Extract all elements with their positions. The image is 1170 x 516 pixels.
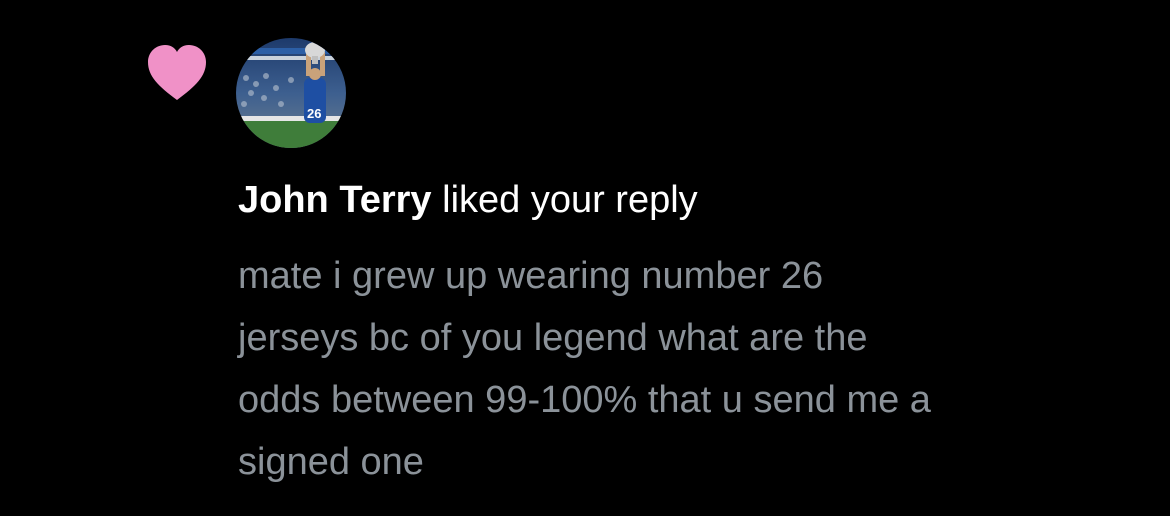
avatar[interactable]: 26: [236, 38, 346, 148]
notification-headline: John Terry liked your reply: [238, 175, 698, 225]
reply-text[interactable]: mate i grew up wearing number 26 jerseys…: [238, 245, 1138, 493]
user-name[interactable]: John Terry: [238, 179, 432, 221]
reply-line: jerseys bc of you legend what are the: [238, 317, 868, 359]
reply-line: mate i grew up wearing number 26: [238, 255, 824, 297]
svg-text:26: 26: [307, 106, 321, 121]
heart-icon: [146, 44, 208, 102]
reply-line: odds between 99-100% that u send me a: [238, 379, 931, 421]
like-notification[interactable]: 26 John Terry liked your reply mate i gr…: [0, 0, 1170, 516]
action-text: liked your reply: [431, 179, 698, 221]
reply-line: signed one: [238, 441, 424, 483]
